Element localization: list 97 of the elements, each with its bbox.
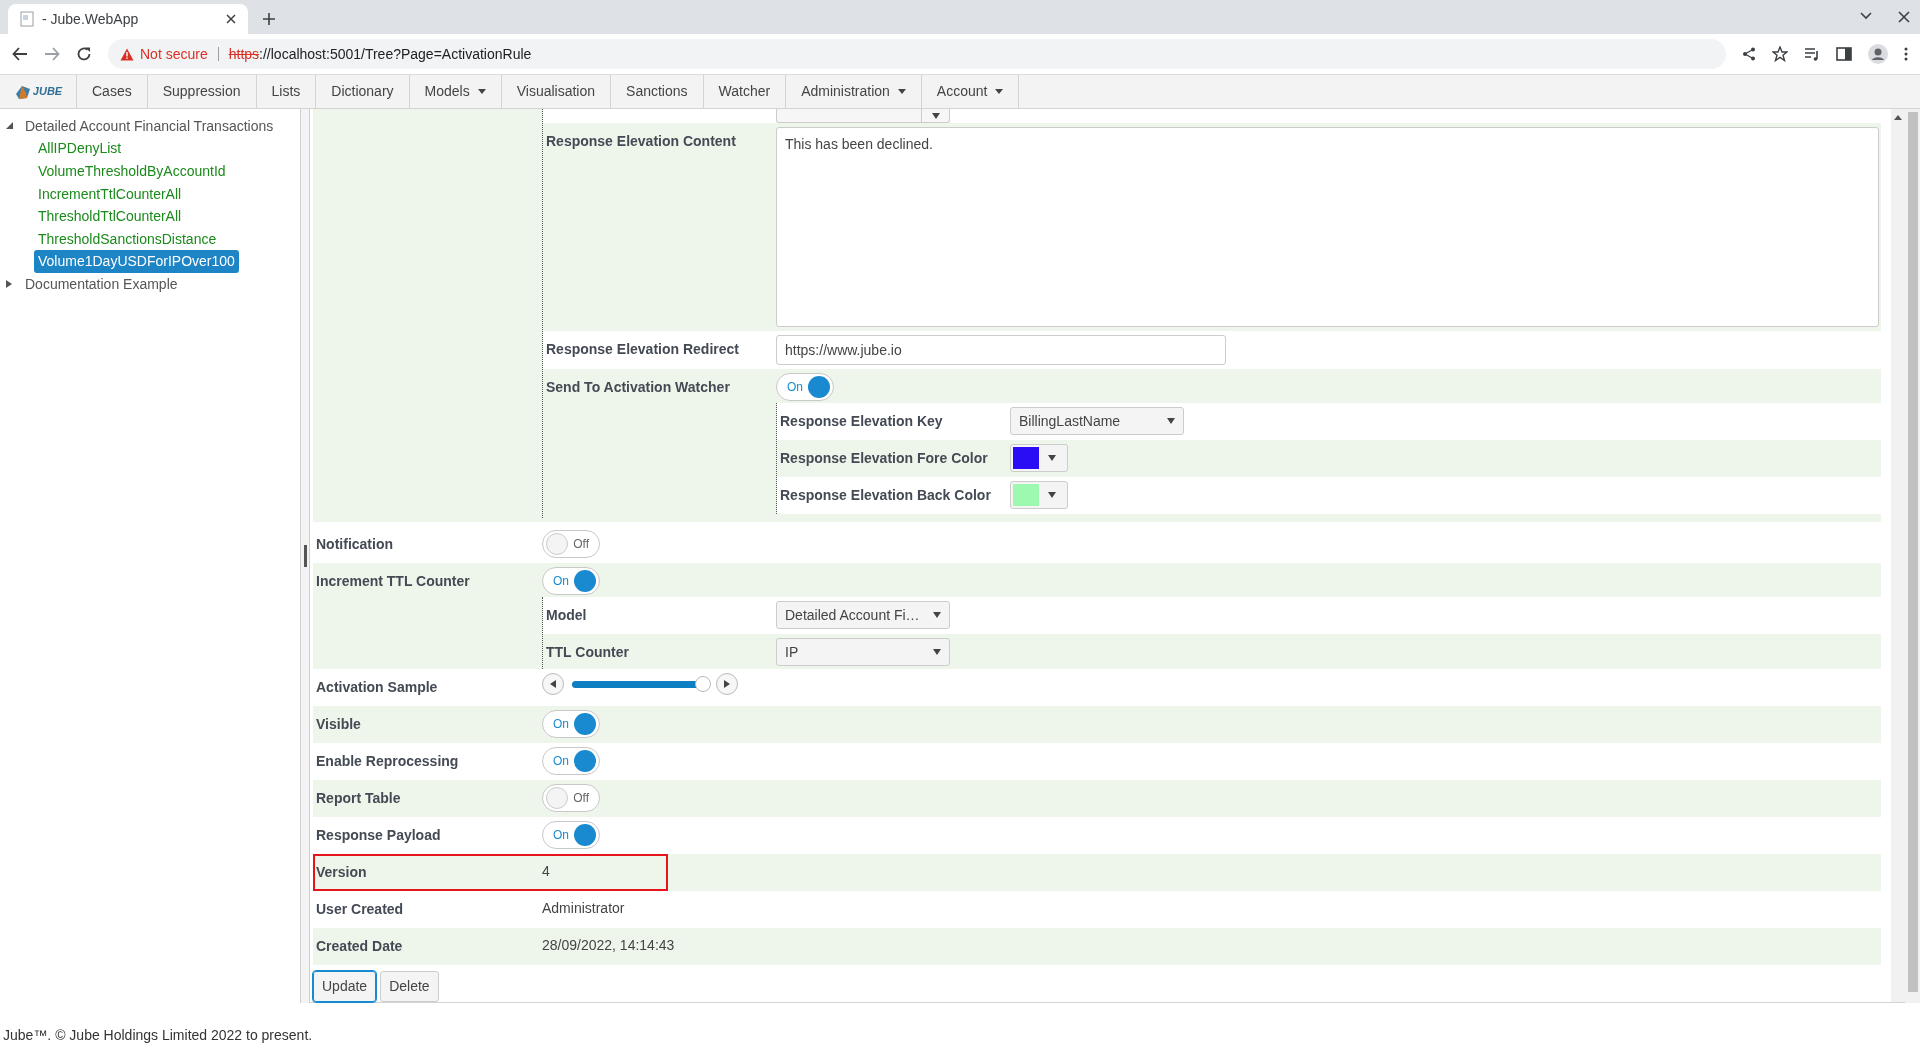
decrement-button[interactable] [542,673,564,695]
nav-item[interactable]: Suppression [146,75,256,108]
tree-item[interactable]: AllIPDenyList [34,138,126,160]
field-label: Response Elevation Key [780,413,943,429]
browser-tab[interactable]: - Jube.WebApp [8,4,248,34]
field-label: Visible [316,716,361,732]
input-field[interactable]: https://www.jube.io [776,335,1226,365]
right-triangle-icon [724,680,730,688]
increment-button[interactable] [716,673,738,695]
menu-icon[interactable] [1904,47,1908,61]
scroll-up-icon[interactable] [1894,115,1902,120]
reload-icon[interactable] [76,46,92,62]
field-label: Model [546,607,587,623]
chevron-down-icon[interactable] [1860,12,1872,20]
left-triangle-icon [550,680,556,688]
text-area[interactable]: This has been declined. [776,127,1879,327]
nav-item[interactable]: Lists [255,75,316,108]
nav-item[interactable]: Cases [76,75,147,108]
address-bar[interactable]: Not secure https://localhost:5001/Tree?Page=ActivationRule [108,39,1726,69]
toggle-switch[interactable]: On [542,710,600,738]
action-button[interactable]: Delete [380,971,439,1002]
caret-icon [477,89,486,94]
footer-text: Jube™. © Jube Holdings Limited 2022 to present. [3,1026,313,1045]
collapsed-icon[interactable] [6,280,13,289]
nav-item[interactable]: Visualisation [500,75,611,108]
field-label: User Created [316,901,404,917]
nav-item[interactable]: Dictionary [315,75,409,108]
share-icon[interactable] [1742,47,1756,61]
field-label: Notification [316,536,393,552]
toggle-switch[interactable]: Off [542,530,600,558]
nav-item[interactable]: Account [920,75,1019,108]
jube-logo[interactable]: JUBE [0,75,76,108]
caret-icon [931,112,940,119]
field-label: Enable Reprocessing [316,753,459,769]
tree-item[interactable]: Detailed Account Financial Transactions [21,115,278,137]
field-label: Response Elevation Fore Color [780,450,988,466]
tree-item[interactable]: VolumeThresholdByAccountId [34,161,230,182]
nav-item[interactable]: Administration [785,75,921,108]
close-icon[interactable] [1898,11,1910,23]
toggle-switch[interactable]: On [542,747,600,775]
toggle-switch[interactable]: Off [542,784,600,812]
expanded-icon[interactable] [6,122,13,131]
tree-item[interactable]: Volume1DayUSDForIPOver100 [34,250,239,274]
forward-icon[interactable] [44,46,60,62]
caret-icon [1048,492,1056,498]
url-text: https://localhost:5001/Tree?Page=ActivationRule [228,44,532,64]
tree-item[interactable]: ThresholdTtlCounterAll [34,206,186,228]
caret-icon [933,612,941,618]
page-icon [20,11,34,27]
new-tab-icon[interactable] [262,12,276,26]
scrollbar[interactable] [1891,109,1905,1002]
color-picker[interactable] [1010,444,1068,472]
slider-thumb[interactable] [694,675,711,692]
field-label: Activation Sample [316,679,438,695]
field-label: Created Date [316,938,403,954]
toggle-switch[interactable]: On [542,821,600,849]
nav-item[interactable]: Sanctions [610,75,703,108]
close-icon[interactable] [226,14,236,24]
security-label: Not secure [140,44,208,64]
field-value: 28/09/2022, 14:14:43 [542,936,675,955]
field-label: Version [316,864,367,880]
star-icon[interactable] [1772,46,1788,62]
caret-icon [933,649,941,655]
toggle-switch[interactable]: On [542,567,600,595]
caret-icon [1048,455,1056,461]
back-icon[interactable] [12,46,28,62]
action-button[interactable]: Update [313,971,377,1002]
field-label: Report Table [316,790,401,806]
warning-icon [120,47,134,61]
field-label: Response Payload [316,827,441,843]
scrollbar[interactable] [1905,109,1920,1003]
field-label: Response Elevation Back Color [780,487,991,503]
dropdown[interactable]: Detailed Account Fi… [776,601,950,629]
field-label: Send To Activation Watcher [546,379,730,395]
toggle-switch[interactable]: On [776,373,834,401]
splitter-handle[interactable] [303,545,307,567]
field-label: Increment TTL Counter [316,573,470,589]
tree-item[interactable]: Documentation Example [21,273,182,295]
field-label: Response Elevation Redirect [546,341,739,357]
color-picker[interactable] [1010,481,1068,509]
field-value: 4 [542,862,550,881]
caret-icon [897,89,906,94]
tree-item[interactable]: ThresholdSanctionsDistance [34,228,221,250]
dropdown[interactable]: IP [776,638,950,666]
field-value: Administrator [542,899,625,918]
tree-item[interactable]: IncrementTtlCounterAll [34,183,186,205]
tab-title: - Jube.WebApp [42,9,140,29]
media-icon[interactable] [1804,47,1820,61]
profile-icon[interactable] [1868,44,1888,64]
nav-item[interactable]: Watcher [702,75,786,108]
field-label: Response Elevation Content [546,133,736,149]
caret-icon [995,89,1004,94]
nav-item[interactable]: Models [408,75,501,108]
side-panel-icon[interactable] [1836,47,1852,61]
field-label: TTL Counter [546,644,629,660]
dropdown[interactable]: BillingLastName [1010,407,1184,435]
caret-icon [1167,418,1175,424]
